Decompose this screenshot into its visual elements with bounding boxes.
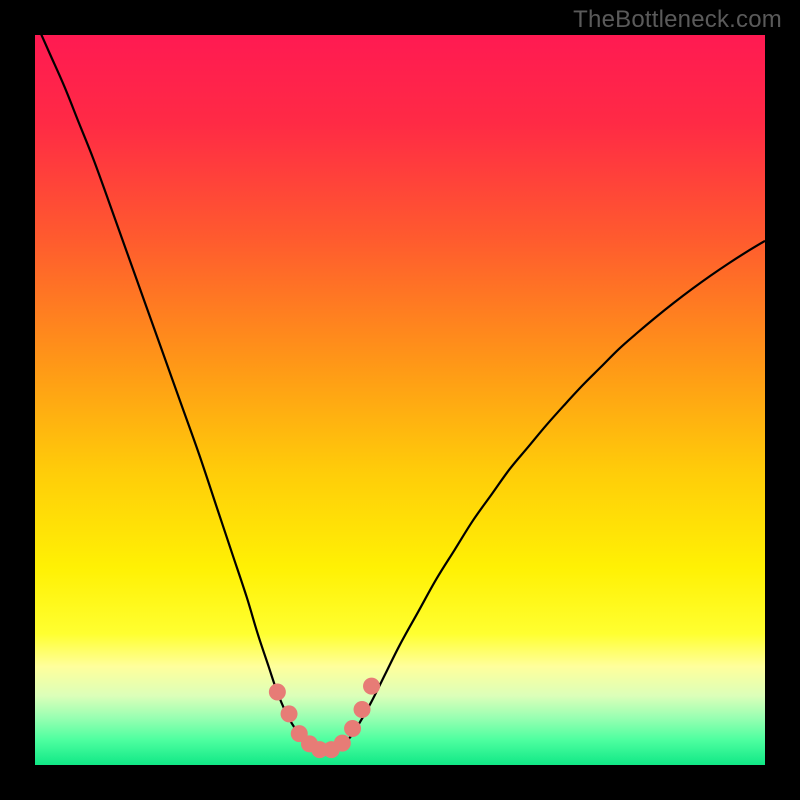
marker-point (269, 684, 286, 701)
watermark-text: TheBottleneck.com (573, 6, 782, 34)
bottleneck-chart (35, 35, 765, 765)
marker-point (354, 701, 371, 718)
marker-point (344, 720, 361, 737)
gradient-background (35, 35, 765, 765)
marker-point (281, 705, 298, 722)
marker-point (334, 735, 351, 752)
marker-point (363, 678, 380, 695)
chart-frame: TheBottleneck.com (0, 0, 800, 800)
plot-area (35, 35, 765, 765)
